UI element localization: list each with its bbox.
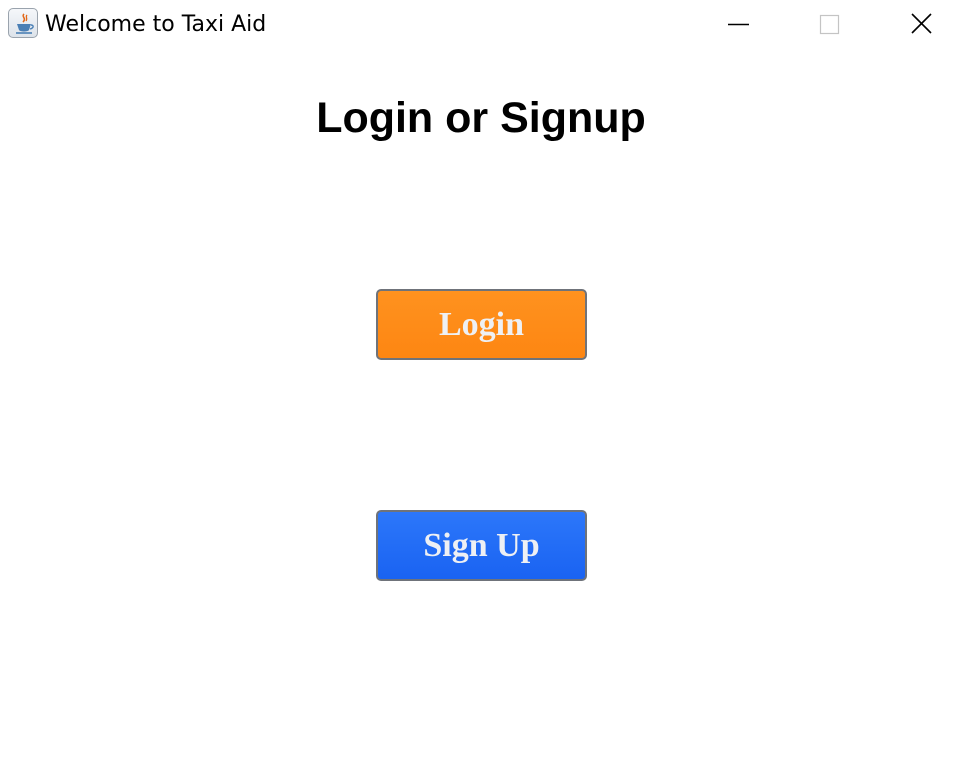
login-button[interactable]: Login [376, 289, 587, 360]
close-button[interactable] [899, 0, 945, 50]
window-title: Welcome to Taxi Aid [45, 12, 267, 37]
title-bar[interactable]: Welcome to Taxi Aid [0, 0, 968, 50]
minimize-button[interactable] [716, 0, 762, 50]
java-cup-icon [8, 8, 38, 38]
minimize-icon [728, 23, 749, 26]
maximize-icon [819, 14, 840, 35]
maximize-button[interactable] [806, 0, 852, 50]
app-window: Welcome to Taxi Aid Login or Signup Logi… [0, 0, 968, 782]
signup-button[interactable]: Sign Up [376, 510, 587, 581]
page-heading: Login or Signup [316, 94, 646, 142]
close-icon [911, 13, 932, 34]
